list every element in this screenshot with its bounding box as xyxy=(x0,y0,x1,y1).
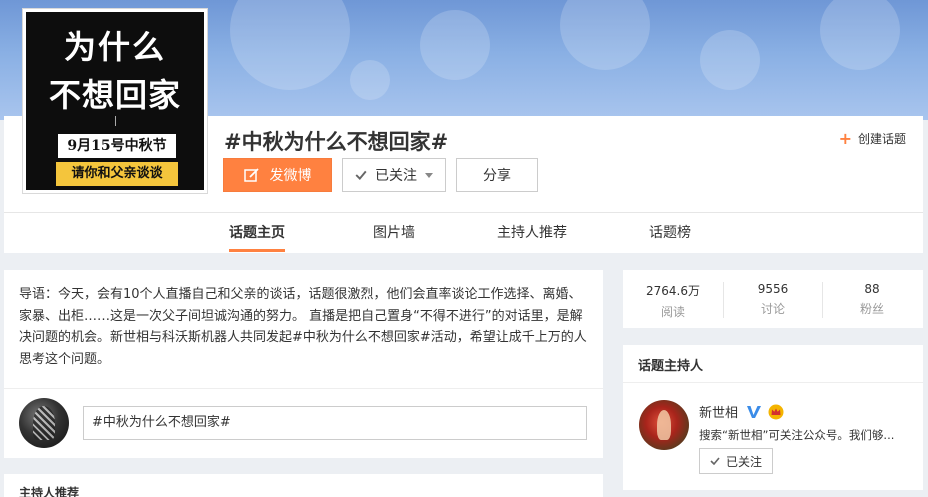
tab-picture-wall[interactable]: 图片墙 xyxy=(373,214,415,252)
verified-icon xyxy=(747,405,762,418)
crown-icon xyxy=(768,404,784,419)
topic-intro-card: 导语：今天，会有10个人直播自己和父亲的谈话，话题很激烈，他们会直率谈论工作选择… xyxy=(4,270,603,458)
topic-stats: 2764.6万 阅读 9556 讨论 88 粉丝 xyxy=(623,270,923,328)
host-name[interactable]: 新世相 xyxy=(699,402,738,421)
section-title: 主持人推荐 xyxy=(19,486,80,497)
section-title: 话题主持人 xyxy=(638,359,704,374)
topic-host-card: 话题主持人 新世相 搜索“新世相”可关注公众号。我们够... 已关注 xyxy=(623,345,923,490)
host-recommend-card: 主持人推荐 xyxy=(4,474,603,497)
post-weibo-button[interactable]: 发微博 xyxy=(223,158,332,192)
avatar[interactable] xyxy=(19,398,69,448)
cover-date: 9月15号中秋节 xyxy=(58,134,176,158)
follow-host-button[interactable]: 已关注 xyxy=(699,448,773,474)
edit-icon xyxy=(243,168,259,182)
topic-intro-text: 导语：今天，会有10个人直播自己和父亲的谈话，话题很激烈，他们会直率谈论工作选择… xyxy=(19,287,587,367)
cover-title-line1: 为什么 xyxy=(63,28,166,66)
check-icon xyxy=(710,457,720,465)
follow-topic-button[interactable]: 已关注 xyxy=(342,158,446,192)
stat-discussions: 9556 讨论 xyxy=(757,282,789,316)
post-input[interactable]: #中秋为什么不想回家# xyxy=(83,406,587,440)
tab-topic-ranking[interactable]: 话题榜 xyxy=(649,214,691,252)
host-name-row: 新世相 xyxy=(699,402,784,421)
caret-down-icon xyxy=(425,172,433,178)
cover-title-line2: 不想回家 xyxy=(48,76,181,114)
tab-topic-home[interactable]: 话题主页 xyxy=(229,214,285,252)
cover-subtitle: 请你和父亲谈谈 xyxy=(56,162,178,186)
create-topic-link[interactable]: + 创建话题 xyxy=(839,129,906,148)
stat-fans: 88 粉丝 xyxy=(859,282,884,316)
share-button[interactable]: 分享 xyxy=(456,158,538,192)
host-avatar[interactable] xyxy=(639,400,689,450)
plus-icon: + xyxy=(838,129,852,148)
stat-reads: 2764.6万 阅读 xyxy=(646,284,700,319)
page-title: #中秋为什么不想回家# xyxy=(224,130,449,154)
host-description: 搜索“新世相”可关注公众号。我们够... xyxy=(699,428,895,442)
tab-host-recommend[interactable]: 主持人推荐 xyxy=(497,214,567,252)
check-icon xyxy=(355,170,367,180)
topic-cover-image: 为什么 不想回家 9月15号中秋节 请你和父亲谈谈 xyxy=(22,8,208,194)
